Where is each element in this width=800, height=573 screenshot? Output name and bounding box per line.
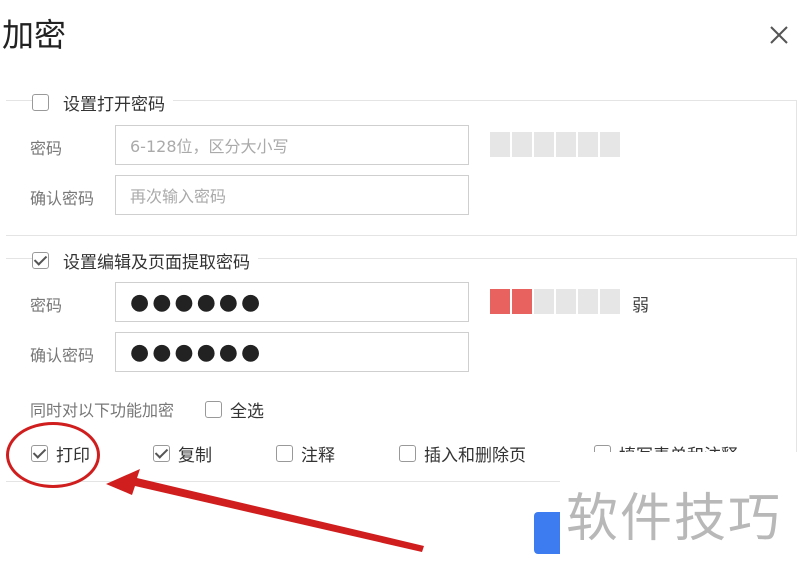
- annotation-arrow-icon: [106, 469, 424, 552]
